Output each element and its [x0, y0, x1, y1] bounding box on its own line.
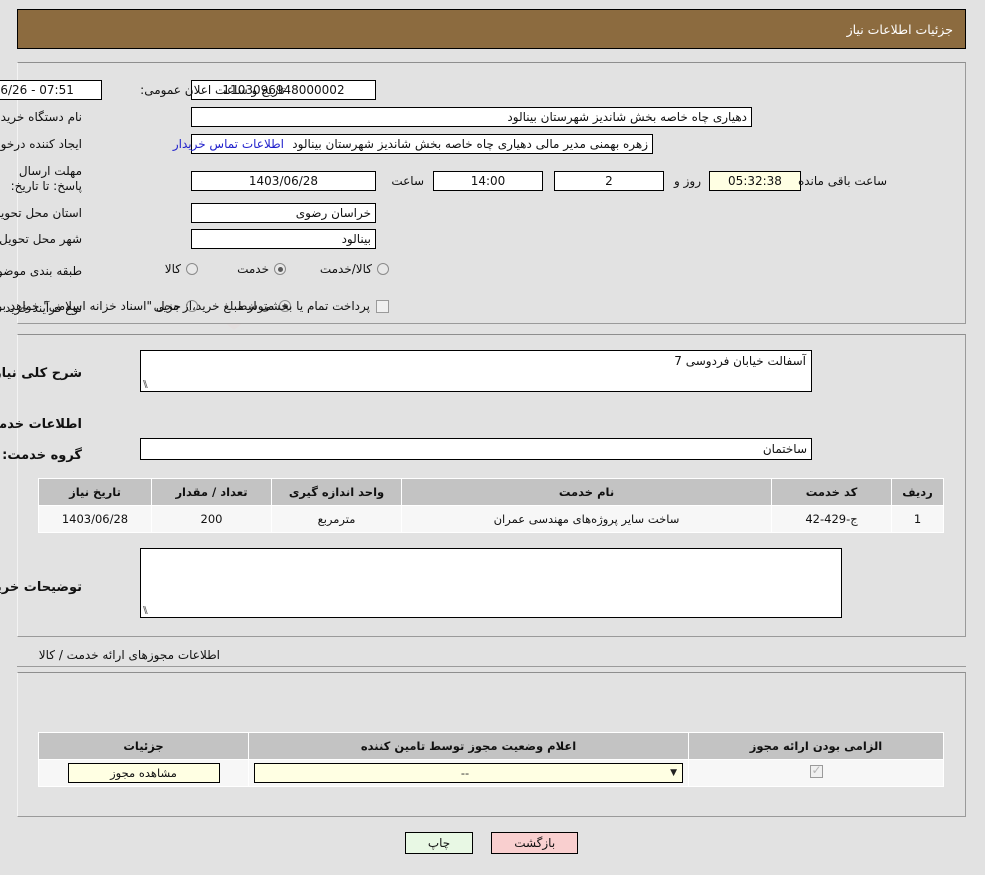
col-need-date: تاریخ نیاز	[39, 478, 153, 506]
category-option-label: کالا/خدمت	[320, 262, 373, 276]
col-quantity: تعداد / مقدار	[152, 478, 273, 506]
buyer-notes-textarea[interactable]	[141, 548, 843, 618]
deadline-label: مهلت ارسال پاسخ: تا تاریخ:	[11, 164, 83, 193]
col-license-required: الزامی بودن ارائه مجوز	[689, 732, 945, 760]
announce-datetime-label: تاریخ و ساعت اعلان عمومی:	[141, 83, 286, 97]
cell-quantity: 200	[152, 505, 273, 533]
deadline-days-value: 2	[555, 171, 665, 191]
buyer-contact-link[interactable]: اطلاعات تماس خریدار	[174, 137, 285, 151]
back-button[interactable]: بازگشت	[492, 832, 580, 854]
license-status-value: --	[461, 766, 471, 780]
category-radio-kala-khedmat[interactable]: کالا/خدمت	[321, 262, 390, 276]
col-radif: ردیف	[892, 478, 945, 506]
checkbox-indicator	[377, 299, 390, 313]
page-header-bar: جزئیات اطلاعات نیاز	[18, 9, 967, 49]
general-description-value: آسفالت خیابان فردوسی 7	[675, 354, 807, 368]
cell-service-name: ساخت سایر پروژه‌های مهندسی عمران	[402, 505, 773, 533]
deadline-countdown-label: ساعت باقی مانده	[798, 174, 888, 188]
license-section-title: اطلاعات مجوزهای ارائه خدمت / کالا	[39, 648, 221, 662]
radio-indicator	[187, 263, 199, 275]
col-license-status: اعلام وضعیت مجوز توسط تامین کننده	[249, 732, 690, 760]
buyer-org-label: نام دستگاه خریدار:	[0, 110, 83, 124]
col-license-details: جزئیات	[39, 732, 250, 760]
table-row: ▼ -- مشاهده مجوز	[39, 759, 945, 787]
deadline-time-value: 14:00	[434, 171, 544, 191]
category-label: طبقه بندی موضوعی:	[0, 264, 83, 278]
footer-button-bar: بازگشت چاپ	[0, 832, 985, 854]
cell-radif: 1	[892, 505, 945, 533]
city-value: بینالود	[192, 229, 377, 249]
col-service-name: نام خدمت	[402, 478, 773, 506]
deadline-time-label: ساعت	[392, 174, 425, 188]
deadline-countdown-value: 05:32:38	[710, 171, 802, 191]
cell-need-date: 1403/06/28	[39, 505, 153, 533]
province-label: استان محل تحویل:	[0, 206, 83, 220]
services-table: ردیف کد خدمت نام خدمت واحد اندازه گیری ت…	[39, 478, 945, 533]
license-status-select[interactable]: ▼ --	[255, 763, 684, 783]
buyer-notes-label: توضیحات خریدار:	[0, 580, 83, 595]
treasury-note-checkbox[interactable]: پرداخت تمام یا بخشی از مبلغ خرید،از محل …	[0, 299, 390, 313]
cell-unit: مترمربع	[272, 505, 403, 533]
service-group-value: ساختمان	[141, 438, 813, 460]
general-description-textarea[interactable]: آسفالت خیابان فردوسی 7	[141, 350, 813, 392]
license-section-divider	[18, 666, 967, 667]
city-label: شهر محل تحویل:	[0, 232, 83, 246]
buyer-org-value: دهیاری چاه خاصه بخش شاندیز شهرستان بینال…	[192, 107, 753, 127]
resize-grip-icon[interactable]	[144, 606, 154, 616]
announce-datetime-value: 1403/06/26 - 07:51	[0, 80, 103, 100]
cell-license-details: مشاهده مجوز	[39, 759, 250, 787]
col-unit: واحد اندازه گیری	[272, 478, 403, 506]
category-radio-khedmat[interactable]: خدمت	[238, 262, 287, 276]
radio-indicator	[378, 263, 390, 275]
deadline-days-label: روز و	[675, 174, 702, 188]
license-table: الزامی بودن ارائه مجوز اعلام وضعیت مجوز …	[39, 732, 945, 787]
category-option-label: کالا	[165, 262, 182, 276]
treasury-note-text: پرداخت تمام یا بخشی از مبلغ خرید،از محل …	[0, 299, 371, 313]
col-service-code: کد خدمت	[772, 478, 893, 506]
cell-service-code: ج-429-42	[772, 505, 893, 533]
province-value: خراسان رضوی	[192, 203, 377, 223]
general-description-label: شرح کلی نیاز:	[0, 366, 83, 381]
category-radio-kala[interactable]: کالا	[166, 262, 199, 276]
services-table-header-row: ردیف کد خدمت نام خدمت واحد اندازه گیری ت…	[39, 478, 945, 506]
service-group-label: گروه خدمت:	[3, 448, 83, 463]
table-row: 1 ج-429-42 ساخت سایر پروژه‌های مهندسی عم…	[39, 505, 945, 533]
chevron-down-icon: ▼	[671, 768, 678, 778]
resize-grip-icon[interactable]	[144, 380, 154, 390]
category-option-label: خدمت	[238, 262, 270, 276]
need-summary-panel	[18, 62, 967, 324]
cell-license-status: ▼ --	[249, 759, 690, 787]
print-button[interactable]: چاپ	[405, 832, 475, 854]
license-table-header-row: الزامی بودن ارائه مجوز اعلام وضعیت مجوز …	[39, 732, 945, 760]
page-title: جزئیات اطلاعات نیاز	[847, 22, 954, 37]
radio-indicator	[275, 263, 287, 275]
services-section-title: اطلاعات خدمات مورد نیاز	[0, 417, 83, 432]
request-creator-label: ایجاد کننده درخواست:	[0, 137, 83, 151]
deadline-date-value: 1403/06/28	[192, 171, 377, 191]
cell-license-required	[689, 759, 945, 787]
license-required-checkbox	[810, 763, 824, 778]
view-license-button[interactable]: مشاهده مجوز	[68, 763, 221, 783]
